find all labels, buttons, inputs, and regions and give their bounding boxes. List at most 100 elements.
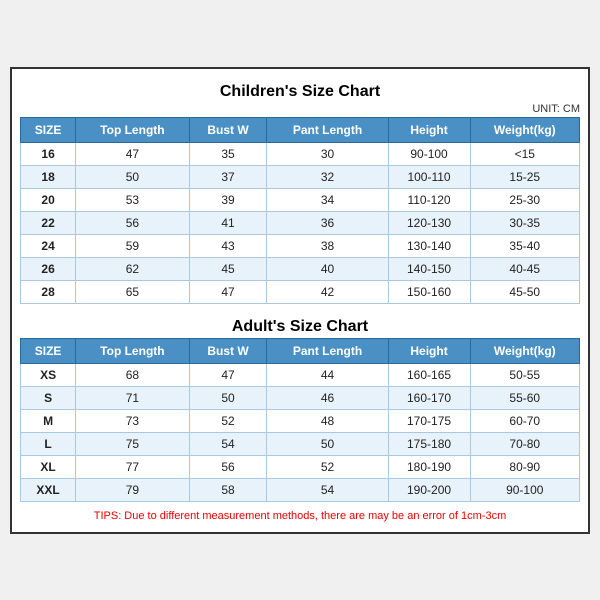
table-cell: 15-25 <box>470 165 579 188</box>
table-cell: 39 <box>189 188 267 211</box>
table-cell: 26 <box>21 257 76 280</box>
table-cell: 50 <box>189 386 267 409</box>
table-row: S715046160-17055-60 <box>21 386 580 409</box>
adults-col-header: Bust W <box>189 338 267 363</box>
table-cell: 46 <box>267 386 388 409</box>
unit-label: UNIT: CM <box>20 103 580 115</box>
table-cell: 130-140 <box>388 234 470 257</box>
table-cell: 45-50 <box>470 280 579 303</box>
table-cell: XL <box>21 455 76 478</box>
table-cell: 45 <box>189 257 267 280</box>
table-cell: 40-45 <box>470 257 579 280</box>
table-row: M735248170-17560-70 <box>21 409 580 432</box>
table-cell: 44 <box>267 363 388 386</box>
table-cell: 48 <box>267 409 388 432</box>
table-row: 18503732100-11015-25 <box>21 165 580 188</box>
table-cell: 68 <box>76 363 190 386</box>
table-row: 20533934110-12025-30 <box>21 188 580 211</box>
table-cell: L <box>21 432 76 455</box>
table-row: 24594338130-14035-40 <box>21 234 580 257</box>
table-cell: 75 <box>76 432 190 455</box>
adults-title: Adult's Size Chart <box>20 312 580 338</box>
childrens-col-header: SIZE <box>21 117 76 142</box>
table-cell: 35 <box>189 142 267 165</box>
adults-col-header: Top Length <box>76 338 190 363</box>
table-cell: 77 <box>76 455 190 478</box>
table-cell: 54 <box>267 478 388 501</box>
table-cell: 37 <box>189 165 267 188</box>
table-cell: 150-160 <box>388 280 470 303</box>
table-cell: 90-100 <box>470 478 579 501</box>
table-cell: 170-175 <box>388 409 470 432</box>
childrens-col-header: Top Length <box>76 117 190 142</box>
table-cell: 24 <box>21 234 76 257</box>
table-cell: 36 <box>267 211 388 234</box>
adults-col-header: SIZE <box>21 338 76 363</box>
table-cell: S <box>21 386 76 409</box>
tips-text: TIPS: Due to different measurement metho… <box>20 508 580 524</box>
table-cell: 47 <box>189 280 267 303</box>
table-cell: 50-55 <box>470 363 579 386</box>
table-cell: 62 <box>76 257 190 280</box>
table-cell: 90-100 <box>388 142 470 165</box>
table-cell: XS <box>21 363 76 386</box>
table-cell: 30 <box>267 142 388 165</box>
table-cell: 35-40 <box>470 234 579 257</box>
adults-col-header: Weight(kg) <box>470 338 579 363</box>
table-cell: 16 <box>21 142 76 165</box>
table-row: 1647353090-100<15 <box>21 142 580 165</box>
table-row: 26624540140-15040-45 <box>21 257 580 280</box>
adults-col-header: Pant Length <box>267 338 388 363</box>
table-cell: 28 <box>21 280 76 303</box>
table-cell: 175-180 <box>388 432 470 455</box>
table-cell: <15 <box>470 142 579 165</box>
table-cell: 25-30 <box>470 188 579 211</box>
table-row: XS684744160-16550-55 <box>21 363 580 386</box>
table-cell: 53 <box>76 188 190 211</box>
table-cell: 47 <box>76 142 190 165</box>
table-cell: 79 <box>76 478 190 501</box>
table-cell: M <box>21 409 76 432</box>
table-cell: 18 <box>21 165 76 188</box>
table-cell: 32 <box>267 165 388 188</box>
table-cell: 160-165 <box>388 363 470 386</box>
table-cell: 56 <box>76 211 190 234</box>
table-cell: 59 <box>76 234 190 257</box>
chart-container: Children's Size Chart UNIT: CM SIZETop L… <box>10 67 590 534</box>
table-cell: 71 <box>76 386 190 409</box>
table-cell: 56 <box>189 455 267 478</box>
table-cell: 38 <box>267 234 388 257</box>
table-cell: 140-150 <box>388 257 470 280</box>
table-cell: 30-35 <box>470 211 579 234</box>
childrens-col-header: Height <box>388 117 470 142</box>
table-cell: 180-190 <box>388 455 470 478</box>
childrens-col-header: Weight(kg) <box>470 117 579 142</box>
table-cell: 22 <box>21 211 76 234</box>
table-cell: 50 <box>267 432 388 455</box>
table-cell: 43 <box>189 234 267 257</box>
table-cell: 34 <box>267 188 388 211</box>
childrens-col-header: Pant Length <box>267 117 388 142</box>
table-cell: 41 <box>189 211 267 234</box>
childrens-col-header: Bust W <box>189 117 267 142</box>
adults-col-header: Height <box>388 338 470 363</box>
table-cell: 50 <box>76 165 190 188</box>
childrens-table: SIZETop LengthBust WPant LengthHeightWei… <box>20 117 580 304</box>
table-row: L755450175-18070-80 <box>21 432 580 455</box>
table-row: 28654742150-16045-50 <box>21 280 580 303</box>
table-cell: 73 <box>76 409 190 432</box>
table-cell: 60-70 <box>470 409 579 432</box>
table-cell: 40 <box>267 257 388 280</box>
table-cell: XXL <box>21 478 76 501</box>
table-cell: 42 <box>267 280 388 303</box>
table-cell: 47 <box>189 363 267 386</box>
table-row: XXL795854190-20090-100 <box>21 478 580 501</box>
table-cell: 54 <box>189 432 267 455</box>
table-cell: 160-170 <box>388 386 470 409</box>
table-cell: 190-200 <box>388 478 470 501</box>
table-cell: 110-120 <box>388 188 470 211</box>
table-cell: 70-80 <box>470 432 579 455</box>
table-row: XL775652180-19080-90 <box>21 455 580 478</box>
table-cell: 80-90 <box>470 455 579 478</box>
table-cell: 65 <box>76 280 190 303</box>
